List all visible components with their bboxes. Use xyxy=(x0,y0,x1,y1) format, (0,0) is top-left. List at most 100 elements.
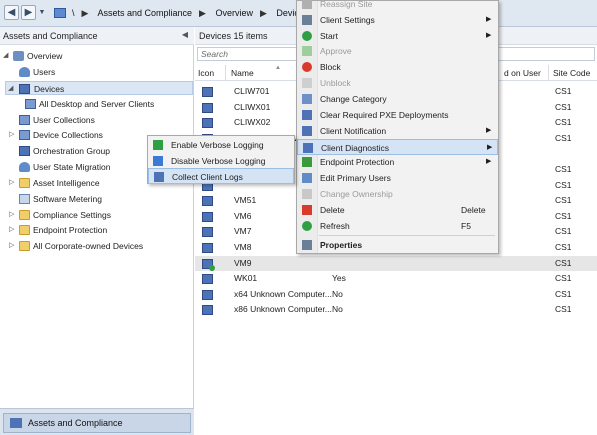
collapsed-icon[interactable]: ▷ xyxy=(9,128,17,142)
breadcrumb-separator-icon[interactable]: ▶ xyxy=(82,8,89,18)
menu-separator xyxy=(319,235,495,236)
folder-icon xyxy=(19,241,30,251)
pxe-icon xyxy=(302,110,312,120)
history-dropdown-icon[interactable]: ▼ xyxy=(37,5,47,20)
menu-item-unblock[interactable]: Unblock xyxy=(297,75,498,91)
breadcrumb: \ ▶ Assets and Compliance ▶ Overview ▶ Devi… xyxy=(72,8,329,19)
tree-item-label: Compliance Settings xyxy=(33,210,111,220)
submenu-item-disable-verbose-logging[interactable]: Disable Verbose Logging xyxy=(148,153,294,169)
endpoint-icon xyxy=(302,157,312,167)
tree-item-all-desktop-and-server-clients[interactable]: All Desktop and Server Clients xyxy=(0,97,193,111)
column-header-name[interactable]: Name xyxy=(231,68,254,78)
tree-item-label: Asset Intelligence xyxy=(33,178,100,188)
collapsed-icon[interactable]: ▷ xyxy=(9,223,17,237)
menu-item-change-category[interactable]: Change Category xyxy=(297,91,498,107)
menu-item-label: Enable Verbose Logging xyxy=(171,140,264,150)
workspace-assets-and-compliance-button[interactable]: Assets and Compliance xyxy=(3,413,191,433)
menu-item-label: Endpoint Protection xyxy=(320,157,395,167)
properties-icon xyxy=(302,240,312,250)
device-name-cell: VM9 xyxy=(234,258,252,268)
users-icon xyxy=(19,67,30,77)
breadcrumb-assets[interactable]: Assets and Compliance xyxy=(97,8,192,18)
menu-item-change-ownership[interactable]: Change Ownership xyxy=(297,186,498,202)
column-divider[interactable] xyxy=(225,65,226,81)
forward-button[interactable]: ▶ xyxy=(21,5,36,20)
menu-item-client-settings[interactable]: Client Settings ▶ xyxy=(297,12,498,28)
tree-item-user-collections[interactable]: User Collections xyxy=(0,113,193,127)
tree-item-all-corporate-owned-devices[interactable]: ▷ All Corporate-owned Devices xyxy=(0,239,193,253)
tree-item-label: Orchestration Group xyxy=(33,146,111,156)
breadcrumb-separator-icon[interactable]: ▶ xyxy=(199,8,206,18)
tree-item-users[interactable]: Users xyxy=(0,65,193,79)
breadcrumb-overview[interactable]: Overview xyxy=(215,8,253,18)
devices-title: Devices 15 items xyxy=(199,31,268,41)
block-icon xyxy=(302,62,312,72)
menu-item-start[interactable]: Start ▶ xyxy=(297,28,498,44)
delete-icon xyxy=(302,205,312,215)
submenu-arrow-icon: ▶ xyxy=(486,32,492,39)
expanded-icon[interactable]: ◢ xyxy=(8,82,16,96)
menu-item-label: Delete xyxy=(320,205,345,215)
unblock-icon xyxy=(302,78,312,88)
table-row[interactable]: x86 Unknown Computer... No CS1 xyxy=(195,302,597,317)
device-collections-icon xyxy=(19,130,30,140)
collapsed-icon[interactable]: ▷ xyxy=(9,239,17,253)
collection-icon xyxy=(25,99,36,109)
diagnostics-icon xyxy=(303,143,313,153)
back-button[interactable]: ◀ xyxy=(4,5,19,20)
menu-item-label: Change Ownership xyxy=(320,189,393,199)
menu-item-client-notification[interactable]: Client Notification ▶ xyxy=(297,123,498,139)
tree-item-overview[interactable]: ◢ Overview xyxy=(0,49,193,63)
start-icon xyxy=(302,31,312,41)
menu-item-label: Change Category xyxy=(320,94,387,104)
expanded-icon[interactable]: ◢ xyxy=(3,49,11,63)
tree-item-label: Device Collections xyxy=(33,130,103,140)
primary-users-icon xyxy=(302,173,312,183)
menu-item-approve[interactable]: Approve xyxy=(297,43,498,59)
collapsed-icon[interactable]: ▷ xyxy=(9,208,17,222)
collapsed-icon[interactable]: ▷ xyxy=(9,176,17,190)
column-header-icon[interactable]: Icon xyxy=(198,68,214,78)
menu-item-block[interactable]: Block xyxy=(297,59,498,75)
breadcrumb-root[interactable]: \ xyxy=(72,8,75,18)
device-name-cell: CLIW701 xyxy=(234,86,270,96)
device-name-cell: WK01 xyxy=(234,273,258,283)
menu-item-clear-required-pxe-deployments[interactable]: Clear Required PXE Deployments xyxy=(297,107,498,123)
refresh-icon xyxy=(302,221,312,231)
breadcrumb-separator-icon[interactable]: ▶ xyxy=(260,8,267,18)
tree-item-software-metering[interactable]: Software Metering xyxy=(0,192,193,206)
menu-item-edit-primary-users[interactable]: Edit Primary Users xyxy=(297,170,498,186)
submenu-item-collect-client-logs[interactable]: Collect Client Logs xyxy=(148,168,294,184)
client-diagnostics-submenu: Enable Verbose Logging Disable Verbose Lo… xyxy=(147,135,295,184)
menu-item-properties[interactable]: Properties xyxy=(297,237,498,253)
tree-item-devices[interactable]: ◢ Devices xyxy=(5,81,193,95)
menu-item-client-diagnostics[interactable]: Client Diagnostics ▶ xyxy=(297,139,498,155)
tree-item-compliance-settings[interactable]: ▷ Compliance Settings xyxy=(0,208,193,222)
site-code-cell: CS1 xyxy=(555,164,572,174)
collapse-pane-icon[interactable]: ◀ xyxy=(182,30,188,39)
tree-item-label: All Desktop and Server Clients xyxy=(39,99,155,109)
navigation-pane: Assets and Compliance ◀ ◢ Overview Users… xyxy=(0,27,194,435)
device-icon xyxy=(202,243,213,253)
menu-item-label: Edit Primary Users xyxy=(320,173,391,183)
assets-workspace-icon xyxy=(10,418,22,428)
tree-item-endpoint-protection[interactable]: ▷ Endpoint Protection xyxy=(0,223,193,237)
tree-item-label: Overview xyxy=(27,51,63,61)
submenu-item-enable-verbose-logging[interactable]: Enable Verbose Logging xyxy=(148,137,294,153)
tree-item-label: User Collections xyxy=(33,115,95,125)
column-header-primary-user[interactable]: d on User xyxy=(504,68,541,78)
site-code-cell: CS1 xyxy=(555,117,572,127)
table-row[interactable]: VM9 CS1 xyxy=(195,256,597,271)
device-icon xyxy=(202,305,213,315)
menu-item-endpoint-protection[interactable]: Endpoint Protection ▶ xyxy=(297,154,498,170)
column-divider[interactable] xyxy=(548,65,549,81)
user-collections-icon xyxy=(19,115,30,125)
menu-item-delete[interactable]: Delete Delete xyxy=(297,202,498,218)
table-row[interactable]: x64 Unknown Computer... No CS1 xyxy=(195,287,597,302)
workspace-label: Assets and Compliance xyxy=(28,418,123,428)
column-header-site-code[interactable]: Site Code xyxy=(553,68,590,78)
device-name-cell: CLIWX01 xyxy=(234,102,271,112)
menu-item-refresh[interactable]: Refresh F5 xyxy=(297,218,498,234)
menu-item-reassign-site[interactable]: Reassign Site xyxy=(297,0,498,12)
table-row[interactable]: WK01 Yes CS1 xyxy=(195,271,597,286)
